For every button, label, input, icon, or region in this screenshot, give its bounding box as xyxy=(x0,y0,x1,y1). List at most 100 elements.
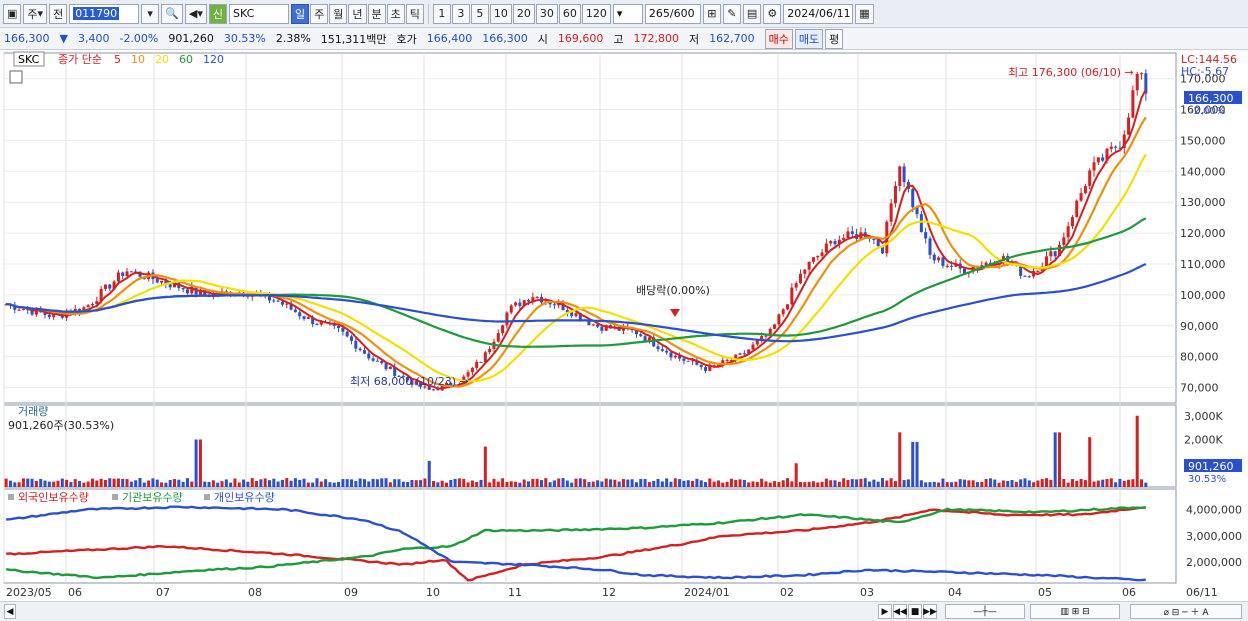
calendar-icon[interactable]: ▦ xyxy=(855,3,874,24)
volume-bar xyxy=(380,478,384,487)
candle-body xyxy=(893,185,897,204)
search-icon[interactable]: 🔍 xyxy=(161,3,183,24)
volume-bar xyxy=(531,478,535,487)
period-tab-1[interactable]: 주 xyxy=(310,3,329,24)
candle-body xyxy=(1140,73,1144,75)
sell-button[interactable]: 매도 xyxy=(794,28,824,49)
legend-ma-5: 5 xyxy=(114,53,121,66)
candle-icon[interactable]: ⊞ xyxy=(702,3,721,24)
high-label: 고 xyxy=(613,32,624,46)
volume-bar xyxy=(1101,479,1105,487)
bottom-scrollbar[interactable]: ◀ ▶ ◀◀ ■ ▶▶ —┼— ▥ ⊞ ⊟ ⌀ ⊟ ─ ＋ A xyxy=(0,601,1248,621)
interval-dropdown[interactable]: ▾ xyxy=(612,3,643,24)
stock-name-field[interactable]: SKC xyxy=(229,3,289,24)
candle-body xyxy=(1079,193,1083,201)
prev-button[interactable]: 전 xyxy=(49,3,68,24)
code-value: 011790 xyxy=(73,7,120,20)
flow-legend-marker-0 xyxy=(8,494,14,500)
scroll-left-icon[interactable]: ◀ xyxy=(4,604,16,619)
candle-body xyxy=(742,353,746,355)
period-tab-2[interactable]: 월 xyxy=(329,3,348,24)
volume-bar xyxy=(397,479,401,487)
save-icon[interactable]: ▤ xyxy=(742,3,762,24)
period-tabs: 일주월년분초틱 xyxy=(291,3,424,24)
interval-btn-120[interactable]: 120 xyxy=(581,3,611,24)
zoom-slider[interactable]: —┼— xyxy=(945,604,1025,619)
x-label-9: 02 xyxy=(780,586,794,599)
volume-bar xyxy=(898,432,902,487)
volume-bar xyxy=(1105,479,1109,487)
candle-body xyxy=(1075,200,1079,218)
volume-bar xyxy=(60,478,64,487)
interval-btn-30[interactable]: 30 xyxy=(535,3,558,24)
candle-body xyxy=(285,303,289,305)
stock-chart[interactable]: 170,000160,000150,000140,000130,000120,0… xyxy=(0,51,1248,601)
volume-bar xyxy=(1118,478,1122,487)
candle-body xyxy=(1131,90,1135,118)
volume-bar xyxy=(280,479,284,487)
code-dropdown-icon[interactable]: ▾ xyxy=(141,3,160,24)
candle-body xyxy=(350,336,354,341)
candle-body xyxy=(898,166,902,186)
interval-btn-1[interactable]: 1 xyxy=(432,3,451,24)
period-main-select[interactable]: 주 ▾ xyxy=(23,3,48,24)
volume-bar xyxy=(583,479,587,487)
period-tab-5[interactable]: 초 xyxy=(386,3,405,24)
candle-body xyxy=(501,325,505,334)
volume-bar xyxy=(1088,437,1092,487)
gear-icon[interactable]: ⚙ xyxy=(763,3,782,24)
volume-bar xyxy=(522,479,526,487)
candle-body xyxy=(751,344,755,350)
candle-body xyxy=(483,352,487,363)
count-field[interactable]: 265/600 xyxy=(644,3,701,24)
zoom-controls[interactable]: ⌀ ⊟ ─ ＋ A xyxy=(1130,604,1242,619)
rewind-icon[interactable]: ◀◀ xyxy=(893,604,907,619)
flat-button[interactable]: 평 xyxy=(825,28,844,49)
draw-icon[interactable]: ✎ xyxy=(722,3,741,24)
buy-button[interactable]: 매수 xyxy=(764,28,793,49)
x-label-5: 10 xyxy=(426,586,440,599)
volume-bar xyxy=(911,441,915,487)
interval-btn-3[interactable]: 3 xyxy=(451,3,470,24)
step-right-icon[interactable]: ▶ xyxy=(878,604,892,619)
flow-legend-marker-1 xyxy=(112,494,118,500)
price-value: 166,300 xyxy=(4,32,50,45)
main-toolbar: ▣ 주 ▾ 전 011790 ▾ 🔍 ◀▾ 신 SKC 일주월년분초틱 1 3 5 10… xyxy=(0,0,1248,28)
stop-icon[interactable]: ■ xyxy=(908,604,922,619)
interval-btn-20[interactable]: 20 xyxy=(512,3,535,24)
volume-bar xyxy=(1006,480,1010,487)
interval-btn-60[interactable]: 60 xyxy=(558,3,581,24)
volume-bar xyxy=(229,482,233,487)
candle-body xyxy=(902,166,906,183)
candle-body xyxy=(1045,256,1049,267)
candle-body xyxy=(673,355,677,358)
window-icon[interactable]: ▣ xyxy=(3,3,22,24)
interval-btn-10[interactable]: 10 xyxy=(489,3,512,24)
interval-btn-5[interactable]: 5 xyxy=(470,3,489,24)
period-tab-0[interactable]: 일 xyxy=(291,3,310,24)
stock-tag: SKC xyxy=(18,53,40,66)
period-tab-6[interactable]: 틱 xyxy=(405,3,424,24)
volume-bar xyxy=(1070,479,1074,487)
volume-bar xyxy=(837,481,841,487)
candle-body xyxy=(919,214,923,233)
candle-body xyxy=(380,361,384,364)
volume-bar xyxy=(604,478,608,487)
candle-body xyxy=(302,316,306,319)
date-field[interactable]: 2024/06/11 xyxy=(783,3,854,24)
speaker-icon[interactable]: ◀▾ xyxy=(184,3,207,24)
volume-bar xyxy=(142,482,146,487)
volume-bar xyxy=(324,479,328,487)
period-tab-3[interactable]: 년 xyxy=(348,3,367,24)
volume-bar xyxy=(988,478,992,487)
volume-bar xyxy=(1049,479,1053,487)
candle-body xyxy=(842,237,846,240)
volume-bar xyxy=(505,482,509,487)
volume-bar xyxy=(609,479,613,487)
period-tab-4[interactable]: 분 xyxy=(367,3,386,24)
volume-bar xyxy=(449,479,453,487)
tool-icons[interactable]: ▥ ⊞ ⊟ xyxy=(1030,604,1120,619)
cur-price-label: 166,300 xyxy=(1188,92,1234,105)
code-input[interactable]: 011790 xyxy=(69,3,140,24)
fast-forward-icon[interactable]: ▶▶ xyxy=(923,604,937,619)
